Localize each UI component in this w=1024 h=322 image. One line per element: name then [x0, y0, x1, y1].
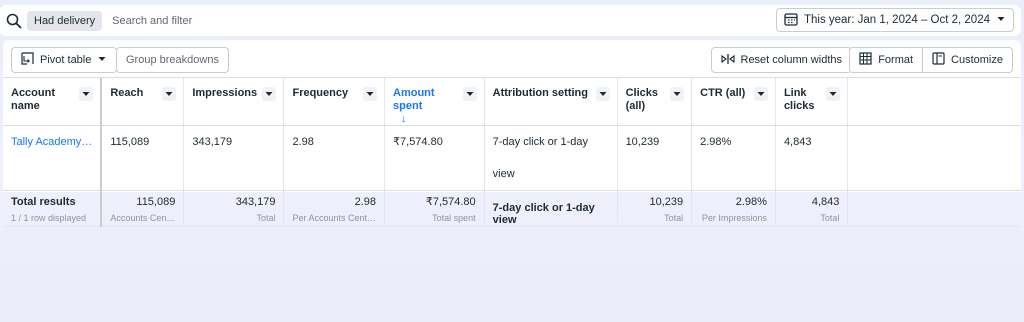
total-impressions: 343,179 Total — [183, 190, 285, 227]
report-table: Account name Reach Impressions Frequency… — [3, 78, 1021, 227]
chevron-down-icon — [97, 54, 107, 67]
total-attribution-setting: 7-day click or 1-day view — [484, 190, 618, 227]
filter-bar: Had delivery This year: Jan 1, 2024 – Oc… — [0, 5, 1021, 36]
cell-reach: 115,089 — [101, 125, 185, 191]
column-header-frequency[interactable]: Frequency — [283, 78, 386, 126]
search-input[interactable] — [112, 14, 413, 27]
cell-impressions: 343,179 — [183, 125, 285, 191]
total-frequency: 2.98 Per Accounts Cent… — [283, 190, 386, 227]
date-range-label: This year: Jan 1, 2024 – Oct 2, 2024 — [803, 14, 990, 26]
total-clicks-all: 10,239 Total — [617, 190, 693, 227]
column-header-clicks-all[interactable]: Clicks (all) — [617, 78, 693, 126]
grid-icon — [859, 52, 872, 68]
format-button[interactable]: Format — [850, 48, 922, 72]
column-menu-icon[interactable] — [753, 87, 768, 101]
column-resize-icon — [720, 53, 735, 68]
cell-link-clicks: 4,843 — [775, 125, 849, 191]
column-menu-icon[interactable] — [462, 87, 477, 101]
column-menu-icon[interactable] — [79, 87, 94, 101]
columns-icon — [932, 52, 945, 68]
pivot-table-button[interactable]: Pivot table — [11, 47, 118, 73]
column-menu-icon[interactable] — [670, 87, 685, 101]
date-range-button[interactable]: This year: Jan 1, 2024 – Oct 2, 2024 — [775, 8, 1014, 32]
column-menu-icon[interactable] — [595, 87, 610, 101]
column-header-impressions[interactable]: Impressions — [183, 78, 285, 126]
total-label-cell: Total results 1 / 1 row displayed — [3, 190, 103, 227]
column-header-account-name[interactable]: Account name — [3, 78, 103, 126]
pivot-table-label: Pivot table — [40, 54, 92, 66]
customize-label: Customize — [951, 54, 1003, 66]
cell-attribution-setting: 7-day click or 1-day view — [484, 125, 618, 191]
reset-column-widths-label: Reset column widths — [740, 54, 843, 66]
cell-ctr-all: 2.98% — [691, 125, 776, 191]
calendar-icon — [784, 12, 798, 29]
column-header-filler — [847, 78, 1021, 126]
total-link-clicks: 4,843 Total — [775, 190, 849, 227]
report-panel: Pivot table Group breakdowns Reset colum… — [3, 40, 1021, 227]
search-icon[interactable] — [5, 12, 23, 30]
filter-chip-had-delivery[interactable]: Had delivery — [27, 10, 103, 31]
cell-filler — [847, 190, 1021, 227]
chevron-down-icon — [996, 14, 1006, 27]
column-menu-icon[interactable] — [162, 87, 177, 101]
column-menu-icon[interactable] — [262, 87, 277, 101]
cell-amount-spent: ₹7,574.80 — [384, 125, 485, 191]
format-label: Format — [878, 54, 914, 66]
total-reach: 115,089 Accounts Cen… — [101, 190, 185, 227]
column-header-ctr-all[interactable]: CTR (all) — [691, 78, 776, 126]
total-results-label: Total results — [11, 196, 76, 208]
column-header-reach[interactable]: Reach — [101, 78, 185, 126]
cell-clicks-all: 10,239 — [617, 125, 693, 191]
account-name-link[interactable]: Tally Academy… — [3, 125, 103, 191]
pivot-table-icon — [21, 52, 34, 68]
column-header-attribution-setting[interactable]: Attribution setting — [484, 78, 618, 126]
format-customize-group: Format Customize — [849, 47, 1013, 73]
group-breakdowns-label: Group breakdowns — [126, 54, 219, 66]
rows-displayed-label: 1 / 1 row displayed — [11, 213, 87, 223]
group-breakdowns-button[interactable]: Group breakdowns — [116, 47, 229, 73]
table-row: Tally Academy… 115,089 343,179 2.98 ₹7,5… — [3, 125, 1021, 191]
cell-filler — [847, 125, 1021, 191]
column-header-amount-spent[interactable]: Amount spent↓ — [384, 78, 485, 126]
table-header-row: Account name Reach Impressions Frequency… — [3, 78, 1021, 126]
column-menu-icon[interactable] — [826, 87, 841, 101]
sort-descending-icon[interactable]: ↓ — [401, 113, 407, 125]
total-amount-spent: ₹7,574.80 Total spent — [384, 190, 485, 227]
column-header-link-clicks[interactable]: Link clicks — [775, 78, 849, 126]
customize-button[interactable]: Customize — [922, 48, 1012, 72]
total-ctr-all: 2.98% Per Impressions — [691, 190, 776, 227]
column-menu-icon[interactable] — [363, 87, 378, 101]
table-toolbar: Pivot table Group breakdowns Reset colum… — [3, 40, 1021, 78]
cell-frequency: 2.98 — [283, 125, 386, 191]
reset-column-widths-button[interactable]: Reset column widths — [710, 47, 852, 73]
total-row: Total results 1 / 1 row displayed 115,08… — [3, 190, 1021, 227]
